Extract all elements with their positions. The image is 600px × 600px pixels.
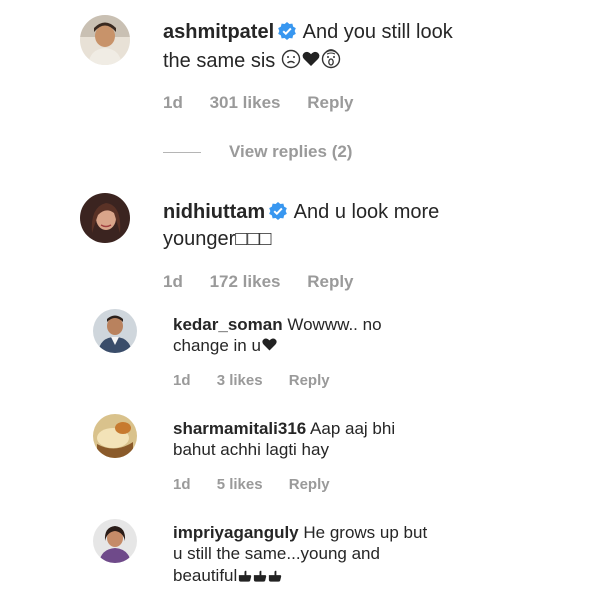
reply-button[interactable]: Reply <box>289 476 330 493</box>
avatar[interactable] <box>93 309 137 353</box>
view-replies-label[interactable]: View replies (2) <box>229 142 352 161</box>
reply-text-line2: change in u <box>173 336 261 356</box>
verified-badge-icon <box>278 22 296 47</box>
avatar[interactable] <box>93 519 137 563</box>
pointing-hand-icon <box>252 567 267 588</box>
reply-text-line3: beautiful <box>173 565 238 585</box>
comment-text-line2: younger□□□ <box>163 228 272 250</box>
reply-time: 1d <box>173 372 191 389</box>
comment-text-line1: And you still look <box>302 21 453 43</box>
comment-text-line2: the same sis <box>163 50 276 72</box>
reply-text-line1: He grows up but <box>303 523 428 542</box>
reply-button[interactable]: Reply <box>307 272 353 291</box>
comment-likes[interactable]: 172 likes <box>210 272 281 291</box>
comment-time: 1d <box>163 93 183 112</box>
reply-likes[interactable]: 3 likes <box>217 372 263 389</box>
reply-text: sharmamitali316 Aap aaj bhi bahut achhi … <box>173 418 395 461</box>
heart-icon <box>261 336 278 358</box>
heart-icon <box>301 49 321 76</box>
comment-meta: 1d 172 likes Reply <box>163 272 376 292</box>
comment-meta: 1d 301 likes Reply <box>163 93 376 113</box>
username[interactable]: nidhiuttam <box>163 201 265 223</box>
username[interactable]: kedar_soman <box>173 315 283 334</box>
view-replies-divider <box>163 152 201 154</box>
sad-face-icon <box>281 49 301 76</box>
reply-likes[interactable]: 5 likes <box>217 476 263 493</box>
reply-text: impriyaganguly He grows up but u still t… <box>173 522 427 588</box>
comment-likes[interactable]: 301 likes <box>210 93 281 112</box>
comment-time: 1d <box>163 272 183 291</box>
comment-text: ashmitpatel And you still look the same … <box>163 20 453 76</box>
username[interactable]: sharmamitali316 <box>173 419 306 438</box>
reply-text: kedar_soman Wowww.. no change in u <box>173 314 382 359</box>
pointing-hand-icon <box>237 567 252 588</box>
comment-text-line1: And u look more <box>293 201 440 223</box>
avatar[interactable] <box>93 414 137 458</box>
screaming-face-icon <box>321 47 341 76</box>
reply-time: 1d <box>173 476 191 493</box>
reply-text-line1: Aap aaj bhi <box>310 419 396 438</box>
username[interactable]: ashmitpatel <box>163 21 274 43</box>
reply-meta: 1d 5 likes Reply <box>173 476 352 493</box>
reply-text-line2: u still the same...young and <box>173 544 380 564</box>
avatar[interactable] <box>80 15 130 65</box>
reply-text-line1: Wowww.. no <box>287 315 382 334</box>
reply-meta: 1d 3 likes Reply <box>173 372 352 389</box>
view-replies-button[interactable]: View replies (2) <box>163 142 352 162</box>
pointing-hand-icon <box>267 567 282 588</box>
reply-button[interactable]: Reply <box>307 93 353 112</box>
avatar[interactable] <box>80 193 130 243</box>
reply-text-line2: bahut achhi lagti hay <box>173 440 329 460</box>
comment-text: nidhiuttam And u look more younger□□□ <box>163 200 439 252</box>
verified-badge-icon <box>269 202 288 227</box>
username[interactable]: impriyaganguly <box>173 523 299 542</box>
reply-button[interactable]: Reply <box>289 372 330 389</box>
